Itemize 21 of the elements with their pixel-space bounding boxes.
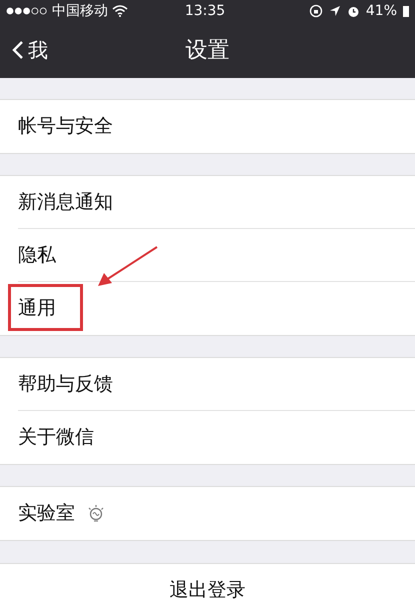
wifi-icon	[112, 5, 128, 17]
location-icon	[328, 5, 341, 17]
back-button[interactable]: 我	[0, 35, 48, 65]
battery-icon	[403, 6, 409, 16]
menu-item[interactable]: 新消息通知	[18, 193, 113, 212]
rotation-lock-icon	[308, 4, 323, 18]
menu-item[interactable]: 帮助与反馈	[18, 375, 113, 394]
menu-item[interactable]: 关于微信	[18, 428, 94, 447]
page-title: 设置	[186, 36, 230, 64]
alarm-icon	[346, 4, 360, 18]
carrier-name: 中国移动	[52, 2, 108, 20]
menu-item[interactable]: 隐私	[18, 246, 56, 265]
lightbulb-icon	[87, 504, 105, 524]
chevron-left-icon	[12, 40, 24, 60]
menu-item[interactable]: 帐号与安全	[18, 117, 113, 136]
clock: 13:35	[184, 2, 226, 20]
menu-item[interactable]: 通用	[18, 299, 56, 318]
menu-item[interactable]: 实验室	[18, 504, 75, 523]
battery-percent: 41%	[366, 2, 397, 20]
signal-icon	[6, 7, 48, 15]
logout-button[interactable]: 退出登录	[170, 576, 246, 600]
